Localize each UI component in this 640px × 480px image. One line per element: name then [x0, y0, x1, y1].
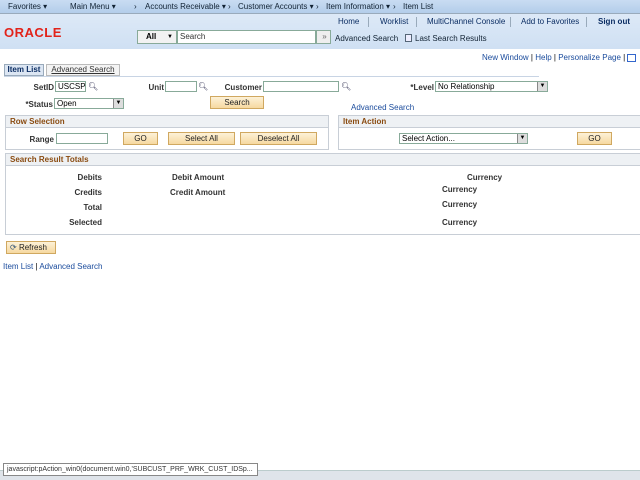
multichannel-link[interactable]: MultiChannel Console — [427, 17, 505, 26]
search-input[interactable]: Search — [177, 30, 316, 44]
tab-advanced-search[interactable]: Advanced Search — [46, 64, 120, 76]
setid-input[interactable]: USCSP — [55, 81, 86, 92]
deselect-all-button[interactable]: Deselect All — [240, 132, 317, 145]
last-search-results-link[interactable]: Last Search Results — [415, 34, 487, 43]
last-results-icon — [405, 34, 412, 42]
footer-links: Item List | Advanced Search — [3, 262, 103, 271]
advanced-search-link[interactable]: Advanced Search — [335, 34, 398, 43]
lookup-icon[interactable]: 🔍︎ — [88, 82, 98, 91]
home-link[interactable]: Home — [338, 17, 359, 26]
row-go-button[interactable]: GO — [123, 132, 158, 145]
refresh-button[interactable]: ⟳ Refresh — [6, 241, 56, 254]
advanced-search-footer-link[interactable]: Advanced Search — [39, 262, 102, 271]
lookup-icon[interactable]: 🔍︎ — [198, 82, 208, 91]
oracle-logo: ORACLE — [4, 25, 62, 40]
worklist-link[interactable]: Worklist — [380, 17, 408, 26]
search-button[interactable]: Search — [210, 96, 264, 109]
page-links: New Window | Help | Personalize Page | — [482, 53, 637, 62]
item-list-link[interactable]: Item List — [3, 262, 33, 271]
add-favorites-link[interactable]: Add to Favorites — [521, 17, 579, 26]
row-selection-panel: Row Selection Range GO Select All Desele… — [5, 115, 329, 150]
sign-out-link[interactable]: Sign out — [598, 17, 630, 26]
select-action-dropdown[interactable]: Select Action... ▼ — [399, 133, 528, 144]
help-link[interactable]: Help — [535, 53, 551, 62]
customer-input[interactable] — [263, 81, 339, 92]
status-select[interactable]: Open ▼ — [54, 98, 124, 109]
select-all-button[interactable]: Select All — [168, 132, 235, 145]
crumb-item-information[interactable]: Item Information ▾ — [326, 2, 390, 11]
refresh-icon: ⟳ — [10, 243, 17, 252]
top-nav: Favorites ▾ Main Menu ▾ › Accounts Recei… — [0, 0, 640, 14]
lookup-icon[interactable]: 🔍︎ — [341, 82, 351, 91]
crumb-item-list[interactable]: Item List — [403, 2, 433, 11]
crumb-accounts-receivable[interactable]: Accounts Receivable ▾ — [145, 2, 226, 11]
level-select[interactable]: No Relationship ▼ — [435, 81, 548, 92]
item-action-panel: Item Action Select Action... ▼ GO — [338, 115, 640, 150]
tab-item-list[interactable]: Item List — [4, 64, 44, 76]
action-go-button[interactable]: GO — [577, 132, 612, 145]
new-window-link[interactable]: New Window — [482, 53, 529, 62]
search-scope-select[interactable]: All ▼ — [137, 30, 177, 44]
unit-input[interactable] — [165, 81, 197, 92]
search-result-totals-panel: Search Result Totals Debits Debit Amount… — [5, 153, 640, 235]
personalize-page-link[interactable]: Personalize Page — [558, 53, 621, 62]
grid-icon[interactable] — [627, 53, 637, 62]
range-input[interactable] — [56, 133, 108, 144]
favorites-menu[interactable]: Favorites ▾ — [8, 2, 47, 11]
status-bar-tooltip: javascript:pAction_win0(document.win0,'S… — [3, 463, 258, 476]
search-go-icon[interactable]: » — [316, 30, 331, 44]
advanced-search-link[interactable]: Advanced Search — [351, 103, 414, 112]
crumb-customer-accounts[interactable]: Customer Accounts ▾ — [238, 2, 314, 11]
main-menu[interactable]: Main Menu ▾ — [70, 2, 116, 11]
